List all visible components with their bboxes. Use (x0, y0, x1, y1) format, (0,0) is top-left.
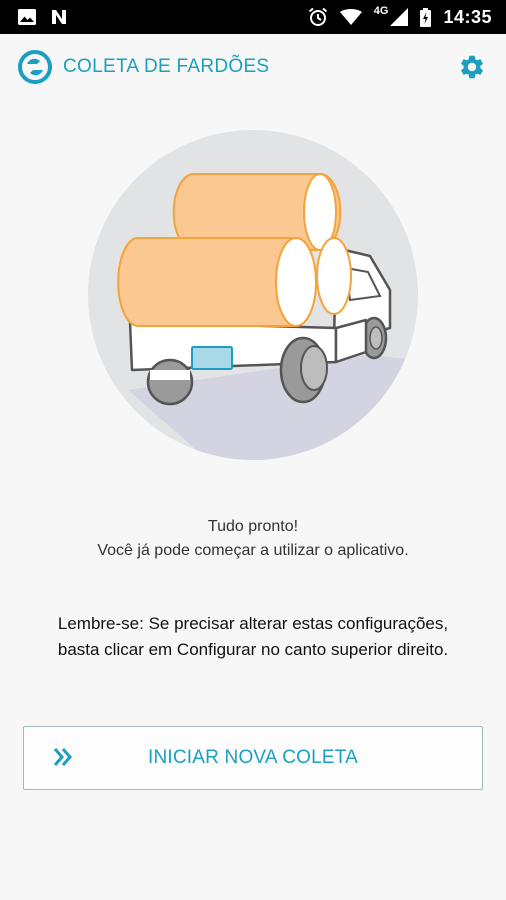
app-logo-icon (18, 50, 52, 84)
start-new-collection-button[interactable]: INICIAR NOVA COLETA (23, 726, 483, 790)
clock: 14:35 (443, 6, 492, 27)
image-icon (18, 9, 36, 25)
wifi-icon (339, 9, 362, 25)
app-bar: COLETA DE FARDÕES (0, 34, 506, 100)
n-icon (52, 10, 66, 24)
ready-message: Tudo pronto! Você já pode começar a util… (0, 515, 506, 563)
app-title: COLETA DE FARDÕES (63, 56, 270, 77)
truck-with-bales-illustration (88, 130, 418, 460)
start-button-label: INICIAR NOVA COLETA (147, 747, 359, 768)
ready-subtitle: Você já pode começar a utilizar o aplica… (97, 542, 409, 559)
reminder-line-1: Lembre-se: Se precisar alterar estas con… (57, 614, 449, 633)
signal-icon (390, 8, 409, 26)
alarm-icon (308, 7, 327, 26)
status-bar: 4G 14:35 (0, 0, 506, 34)
reminder-message: Lembre-se: Se precisar alterar estas con… (0, 611, 506, 663)
reminder-line-2: basta clicar em Configurar no canto supe… (57, 640, 449, 659)
battery-icon (420, 7, 432, 27)
ready-title: Tudo pronto! (207, 518, 299, 535)
network-type: 4G (373, 5, 389, 17)
gear-icon[interactable] (458, 53, 486, 81)
